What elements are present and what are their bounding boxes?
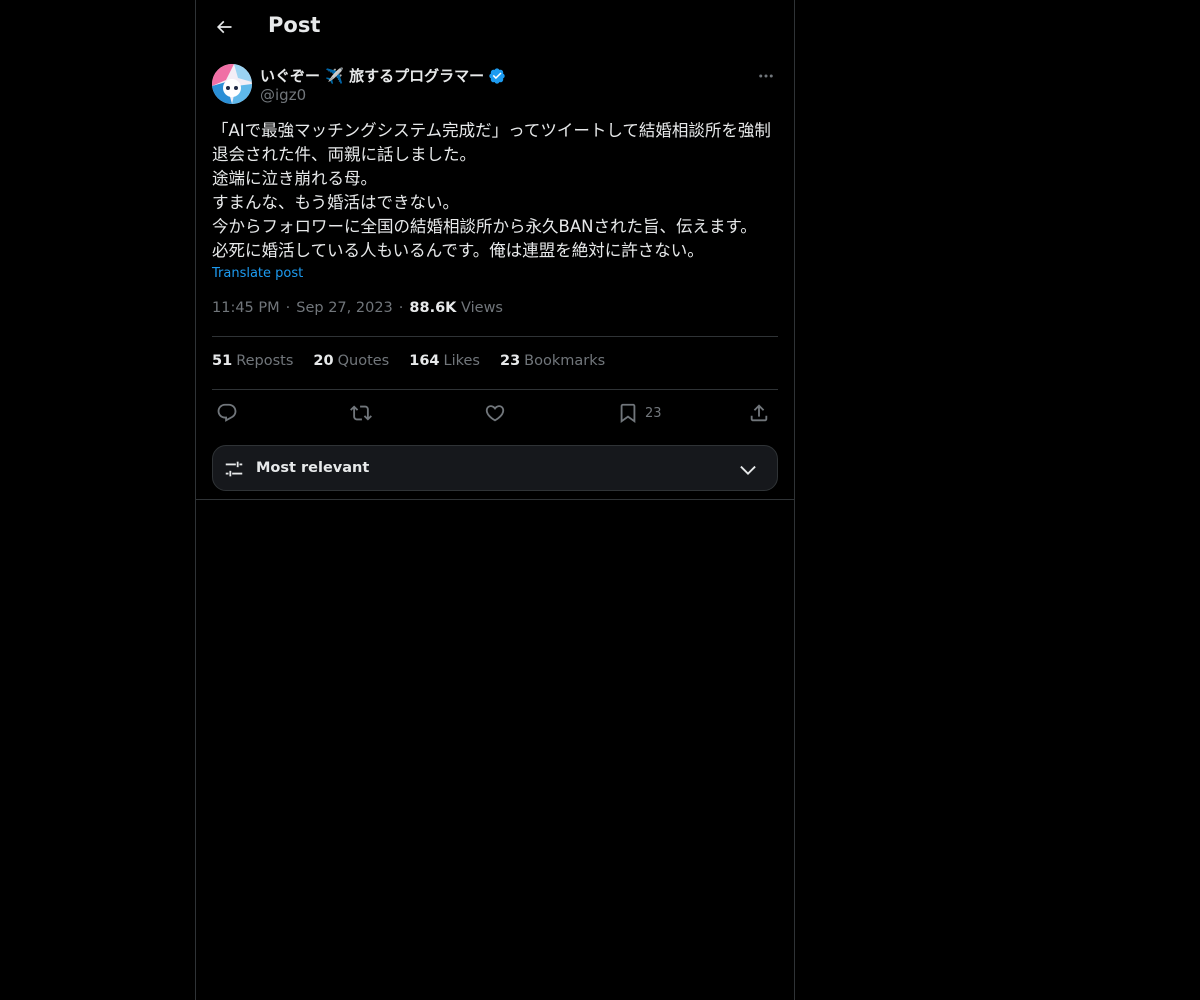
reply-icon [217, 403, 237, 422]
page-title: Post [268, 13, 321, 37]
author-handle[interactable]: @igz0 [260, 86, 306, 104]
meta-separator: · [398, 300, 404, 316]
views-label: Views [461, 300, 503, 316]
meta-separator: · [285, 300, 291, 316]
reply-button[interactable] [216, 400, 238, 426]
divider [196, 499, 794, 500]
display-name-text: いぐぞー ✈️ 旅するプログラマー [260, 67, 485, 85]
share-icon [750, 404, 768, 422]
filter-sliders-icon [225, 461, 243, 477]
author-display-name[interactable]: いぐぞー ✈️ 旅するプログラマー [260, 65, 506, 86]
reply-sort-dropdown[interactable]: Most relevant [212, 445, 778, 491]
verified-badge-icon [489, 67, 505, 84]
bookmark-icon [620, 403, 636, 424]
arrow-left-icon [216, 20, 232, 34]
post-time[interactable]: 11:45 PM [212, 300, 280, 316]
sort-label: Most relevant [256, 460, 370, 476]
chevron-down-icon [740, 465, 756, 475]
divider [212, 389, 778, 390]
action-bar: 23 [212, 400, 778, 428]
post-meta: 11:45 PM · Sep 27, 2023 · 88.6K Views [212, 300, 503, 316]
post-text: 「AIで最強マッチングシステム完成だ」ってツイートして結婚相談所を強制退会された… [212, 121, 771, 260]
repost-icon [350, 405, 372, 421]
stat-quotes[interactable]: 20 Quotes [313, 353, 389, 369]
stat-likes[interactable]: 164 Likes [409, 353, 480, 369]
avatar[interactable] [212, 64, 252, 104]
bookmark-count: 23 [645, 405, 662, 421]
like-button[interactable] [484, 400, 506, 426]
share-button[interactable] [748, 400, 770, 426]
page-header: Post [196, 0, 794, 54]
translate-post-link[interactable]: Translate post [212, 266, 303, 281]
stat-bookmarks[interactable]: 23 Bookmarks [500, 353, 605, 369]
views-count: 88.6K [409, 300, 457, 316]
post-date[interactable]: Sep 27, 2023 [296, 300, 393, 316]
repost-button[interactable] [350, 400, 372, 426]
divider [212, 336, 778, 337]
back-button[interactable] [204, 7, 244, 47]
main-column: Post いぐぞー ✈️ 旅するプログラマー @igz0 「AIで最強マッチング… [195, 0, 795, 1000]
post-author: いぐぞー ✈️ 旅するプログラマー @igz0 [212, 64, 778, 108]
more-icon [759, 74, 773, 78]
heart-icon [485, 405, 505, 422]
more-options-button[interactable] [754, 64, 778, 88]
bookmark-button[interactable]: 23 [617, 400, 662, 426]
stat-reposts[interactable]: 51 Reposts [212, 353, 293, 369]
post-stats: 51 Reposts 20 Quotes 164 Likes 23 Bookmarks [212, 353, 605, 369]
